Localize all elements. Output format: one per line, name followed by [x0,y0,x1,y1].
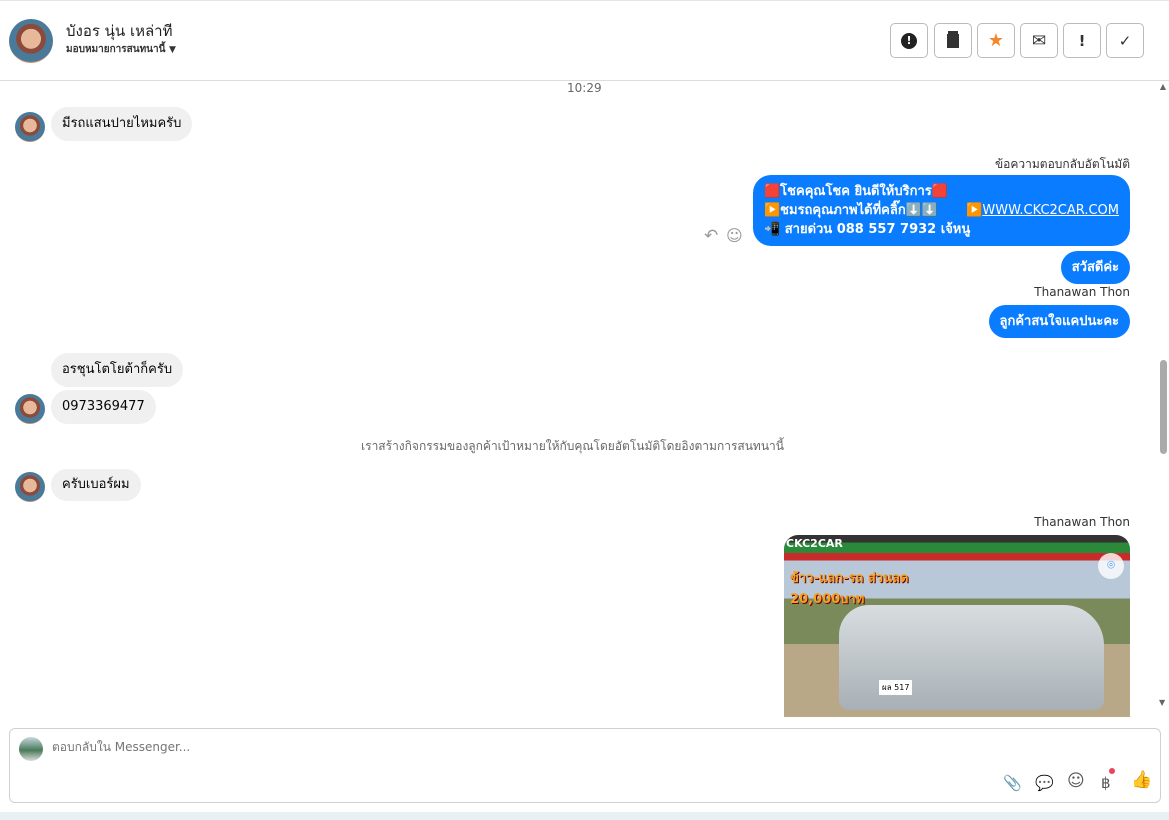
mark-done-button[interactable]: ✓ [1106,23,1144,58]
avatar [15,112,45,142]
trash-icon [947,33,959,48]
mark-unread-button[interactable]: ✉ [1020,23,1058,58]
incoming-message: 0973369477 [51,390,156,424]
message-line: ▶️ชมรถคุณภาพได้ที่คลิ๊ก⬇️⬇️ [764,203,939,218]
attach-icon[interactable]: 📎 [1003,774,1022,792]
delete-button[interactable] [934,23,972,58]
sender-name: Thanawan Thon [1034,285,1130,299]
page-avatar [19,737,43,761]
caret-down-icon: ▼ [168,45,176,55]
outgoing-message: สวัสดีค่ะ [1060,251,1130,284]
image-promo: ข้าว-แลก-รถ ส่วนลด 20,000บาท [790,571,909,607]
incoming-message: ครับเบอร์ผม [51,469,141,501]
thumbs-up-icon[interactable]: 👍 [1131,770,1152,790]
saved-reply-icon[interactable]: 💬 [1035,774,1054,792]
sender-name: Thanawan Thon [1034,515,1130,529]
emoji-react-icon[interactable]: ☺ [726,226,743,245]
avatar[interactable] [9,19,53,63]
reply-input[interactable] [52,740,952,754]
alert-circle-icon: ! [901,32,917,49]
assign-dropdown[interactable]: มอบหมายการสนทนานี้ ▼ [66,42,176,57]
emoji-icon[interactable]: ☺ [1067,771,1085,791]
star-button[interactable]: ★ [977,23,1015,58]
auto-reply-label: ข้อความตอบกลับอัตโนมัติ [994,157,1130,171]
follow-up-button[interactable]: ! [1063,23,1101,58]
contact-name: บังอร นุ่น เหล่าที [66,22,173,40]
footer-strip [0,812,1169,820]
exclamation-icon: ! [1078,31,1086,50]
outgoing-message: ลูกค้าสนใจแคปนะคะ [988,305,1130,338]
visual-search-icon[interactable]: ⌾ [1098,553,1124,579]
reply-icon[interactable]: ↶ [704,226,718,246]
auto-reply-message: 🟥โชคคุณโชค ยินดีให้บริการ🟥 ▶️ชมรถคุณภาพไ… [753,175,1130,246]
reply-composer: 📎 💬 ☺ ฿ 👍 [9,728,1161,803]
assign-label: มอบหมายการสนทนานี้ [66,44,166,55]
envelope-icon: ✉ [1031,30,1047,51]
incoming-message: อรชุนโตโยต้าก็ครับ [51,353,184,387]
avatar [15,472,45,502]
car-image[interactable]: CKC2CAR ข้าว-แลก-รถ ส่วนลด 20,000บาท ผล … [784,535,1130,717]
website-link[interactable]: WWW.CKC2CAR.COM [982,203,1119,218]
system-notice: เราสร้างกิจกรรมของลูกค้าเป้าหมายให้กับคุ… [361,439,784,453]
scrollbar-thumb[interactable] [1160,360,1167,454]
timestamp: 10:29 [567,81,602,95]
check-icon: ✓ [1118,31,1132,50]
message-line: 🟥โชคคุณโชค ยินดีให้บริการ🟥 [764,184,948,199]
payment-icon[interactable]: ฿ [1101,768,1115,792]
notification-dot [1109,768,1115,774]
scroll-down-icon[interactable]: ▼ [1159,698,1165,707]
spam-button[interactable]: ! [890,23,928,58]
image-banner: CKC2CAR [786,537,843,550]
message-line: 📲 สายด่วน 088 557 7932 เจ้หนู [764,222,971,237]
chat-scrollbar[interactable]: ▲ ▼ [1157,82,1169,714]
avatar [15,394,45,424]
play-icon: ▶️ [966,203,983,218]
license-plate: ผล 517 [879,680,913,695]
star-icon: ★ [987,30,1005,51]
incoming-message: มีรถแสนปายไหมครับ [51,107,193,141]
scroll-up-icon[interactable]: ▲ [1157,82,1169,91]
conversation-header: บังอร นุ่น เหล่าที มอบหมายการสนทนานี้ ▼ … [0,0,1169,81]
